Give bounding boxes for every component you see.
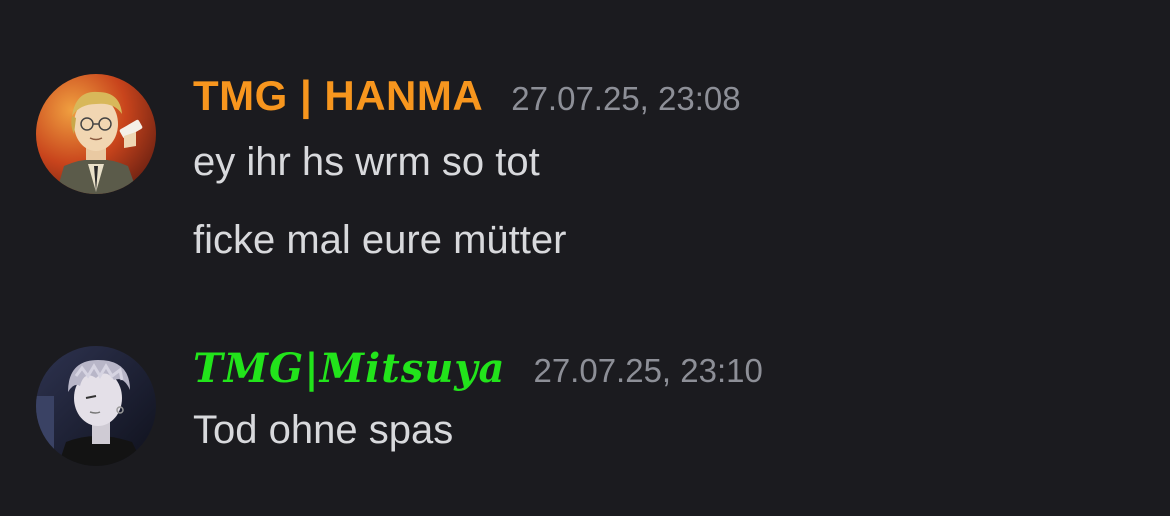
message-header: TMG|Mitsuya 27.07.25, 23:10: [193, 336, 763, 400]
hanma-avatar-image: [36, 74, 156, 194]
user-avatar[interactable]: [36, 74, 156, 194]
timestamp: 27.07.25, 23:08: [511, 80, 741, 117]
mitsuya-avatar-image: [36, 346, 156, 466]
username[interactable]: TMG|Mitsuya: [193, 345, 505, 392]
message-text: ficke mal eure mütter: [193, 218, 567, 262]
timestamp: 27.07.25, 23:10: [533, 352, 763, 389]
message-header: TMG | HANMA 27.07.25, 23:08: [193, 64, 741, 128]
message-text: Tod ohne spas: [193, 408, 454, 452]
message-text: ey ihr hs wrm so tot: [193, 140, 540, 184]
user-avatar[interactable]: [36, 346, 156, 466]
username[interactable]: TMG | HANMA: [193, 72, 483, 120]
